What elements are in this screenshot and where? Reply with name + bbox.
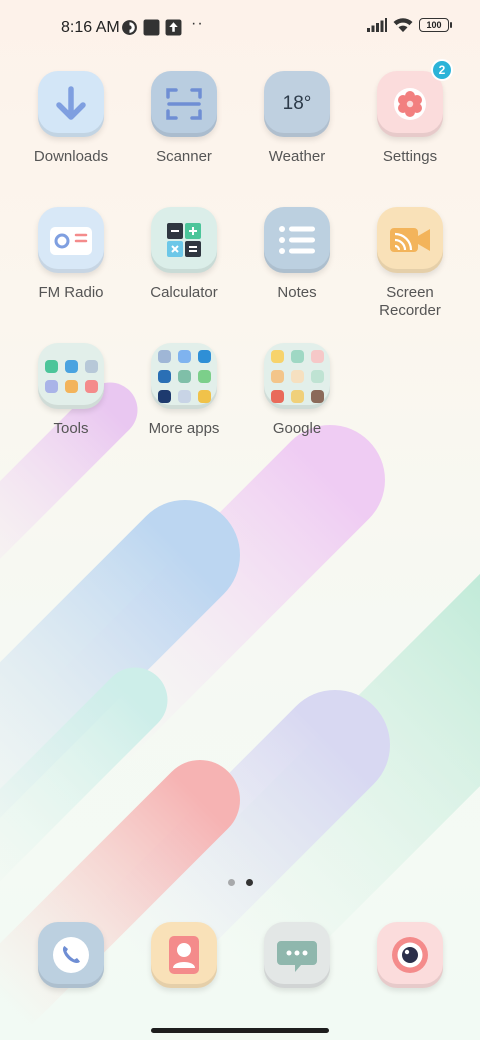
page-dot — [228, 879, 235, 886]
page-indicator — [228, 879, 253, 886]
downloads-tile[interactable] — [38, 71, 104, 137]
mini-app-icon — [290, 369, 304, 383]
mini-app-icon — [177, 369, 191, 383]
fm-radio-tile[interactable] — [38, 207, 104, 273]
tools-folder-tile[interactable] — [38, 343, 104, 409]
app-label-line: Recorder — [379, 302, 441, 319]
mini-gmail-icon — [290, 349, 304, 363]
app-label: Screen Recorder — [355, 284, 465, 320]
notification-badge: 2 — [431, 59, 453, 81]
contact-icon — [169, 936, 199, 974]
mini-photos-icon — [290, 389, 304, 403]
mini-location-icon — [44, 379, 58, 393]
mini-linkedin-icon — [157, 369, 171, 383]
status-bar: 8:16 AM ·· 100 — [0, 0, 480, 56]
gear-icon — [394, 88, 426, 120]
app-label: Scanner — [156, 148, 212, 165]
weather-temperature: 18° — [282, 93, 312, 114]
app-label-line: Screen — [386, 284, 434, 301]
notes-tile[interactable] — [264, 207, 330, 273]
mini-app-icon — [157, 389, 171, 403]
weather-tile[interactable]: 18° — [264, 71, 330, 137]
folder-google[interactable]: Google — [242, 343, 352, 438]
mini-app-icon — [64, 359, 78, 373]
contacts-tile[interactable] — [151, 922, 217, 988]
mini-app-icon — [44, 359, 58, 373]
app-label: Notes — [277, 284, 317, 301]
dock-phone[interactable] — [16, 922, 126, 988]
message-icon — [277, 941, 317, 972]
square-icon — [143, 19, 160, 36]
app-label: Weather — [268, 148, 326, 165]
mini-app-icon — [310, 389, 324, 403]
app-notes[interactable]: Notes — [242, 207, 352, 302]
mini-play-icon — [177, 389, 191, 403]
upload-icon — [165, 19, 182, 36]
folder-label: More apps — [148, 420, 220, 437]
dock-messages[interactable] — [242, 922, 352, 988]
radio-icon — [50, 227, 92, 255]
mini-app-icon — [197, 389, 211, 403]
mini-app-icon — [197, 349, 211, 363]
app-label: FM Radio — [38, 284, 104, 301]
download-arrow-icon — [56, 86, 86, 120]
page-dot-active — [246, 879, 253, 886]
camera-icon — [392, 937, 428, 973]
folder-preview — [270, 349, 324, 403]
mini-google-icon — [270, 349, 284, 363]
mini-app-icon — [157, 349, 171, 363]
signal-icon — [367, 18, 387, 32]
home-gesture-bar[interactable] — [151, 1028, 329, 1033]
app-label: Downloads — [33, 148, 109, 165]
mini-app-icon — [197, 369, 211, 383]
calculator-tile[interactable] — [151, 207, 217, 273]
mini-facebook-icon — [177, 349, 191, 363]
phone-tile[interactable] — [38, 922, 104, 988]
app-screen-recorder[interactable]: Screen Recorder — [355, 207, 465, 320]
clock: 8:16 AM — [61, 19, 120, 36]
battery-icon: 100 — [419, 18, 452, 32]
mini-chrome-icon — [270, 389, 284, 403]
scanner-tile[interactable] — [151, 71, 217, 137]
notification-app-icon — [122, 20, 137, 35]
mini-app-icon — [64, 379, 78, 393]
folder-more-apps[interactable]: More apps — [129, 343, 239, 438]
mini-clock-icon — [84, 359, 98, 373]
calculator-icon — [167, 223, 201, 257]
app-settings[interactable]: 2 Settings — [355, 59, 465, 166]
folder-tools[interactable]: Tools — [16, 343, 126, 438]
more-apps-folder-tile[interactable] — [151, 343, 217, 409]
mini-app-icon — [270, 369, 284, 383]
mini-maps-icon — [310, 349, 324, 363]
app-fm-radio[interactable]: FM Radio — [16, 207, 126, 302]
folder-preview — [157, 349, 211, 403]
app-downloads[interactable]: Downloads — [16, 71, 126, 166]
mini-app-icon — [84, 379, 98, 393]
camera-tile[interactable] — [377, 922, 443, 988]
mini-app-icon — [310, 369, 324, 383]
dock-camera[interactable] — [355, 922, 465, 988]
more-dots-icon: ·· — [191, 15, 204, 32]
folder-label: Tools — [53, 420, 89, 437]
screen-recorder-tile[interactable] — [377, 207, 443, 273]
folder-preview — [44, 359, 98, 393]
battery-level: 100 — [426, 20, 442, 30]
app-scanner[interactable]: Scanner — [129, 71, 239, 166]
scanner-icon — [166, 88, 202, 120]
app-label: Calculator — [150, 284, 218, 301]
app-calculator[interactable]: Calculator — [129, 207, 239, 302]
video-camera-icon — [390, 228, 430, 252]
app-label: Settings — [382, 148, 438, 165]
folder-label: Google — [272, 420, 322, 437]
wifi-icon — [393, 18, 413, 32]
dock-contacts[interactable] — [129, 922, 239, 988]
settings-tile[interactable]: 2 — [377, 59, 453, 137]
messages-tile[interactable] — [264, 922, 330, 988]
phone-icon — [53, 937, 89, 973]
app-weather[interactable]: 18° Weather — [242, 71, 352, 166]
google-folder-tile[interactable] — [264, 343, 330, 409]
list-icon — [279, 226, 315, 254]
